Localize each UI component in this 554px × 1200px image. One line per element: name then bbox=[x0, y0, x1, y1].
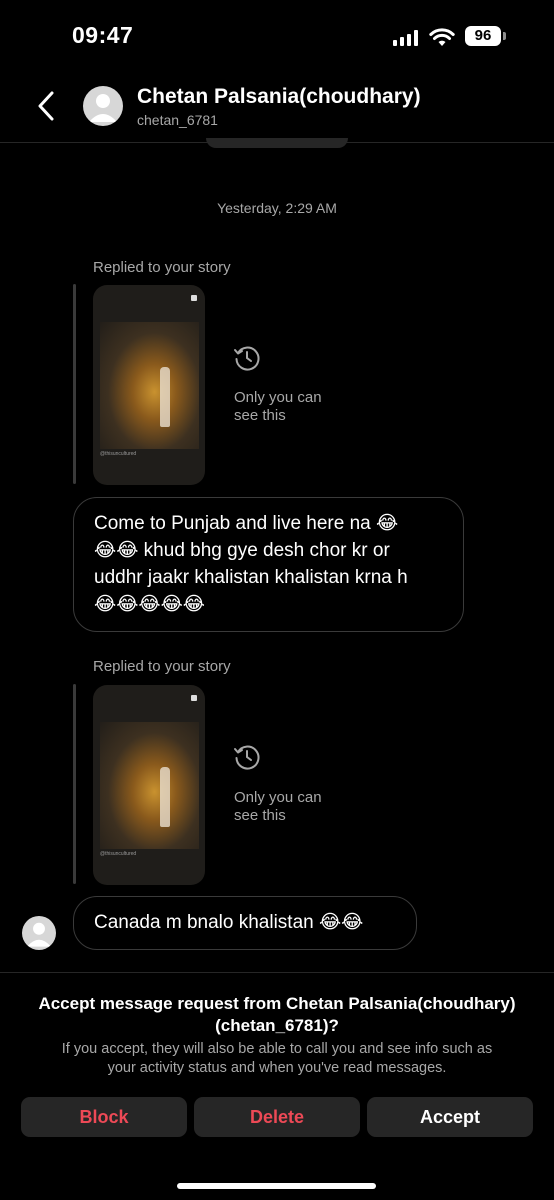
message-line: uddhr jaakr khalistan khalistan krna h bbox=[94, 567, 408, 588]
thread-timestamp: Yesterday, 2:29 AM bbox=[217, 200, 337, 216]
delete-button[interactable]: Delete bbox=[194, 1097, 360, 1137]
history-clock-icon bbox=[234, 745, 260, 770]
message-bubble[interactable]: Come to Punjab and live here na 😂 😂😂 khu… bbox=[73, 497, 464, 632]
reply-quote-bar bbox=[73, 284, 76, 484]
story-image bbox=[100, 322, 199, 449]
accept-button[interactable]: Accept bbox=[367, 1097, 533, 1137]
cellular-signal-icon bbox=[393, 30, 419, 46]
story-thumbnail[interactable]: @thisuncultured bbox=[93, 285, 205, 485]
contact-username[interactable]: chetan_6781 bbox=[137, 112, 218, 128]
message-bubble[interactable]: Canada m bnalo khalistan 😂😂 bbox=[73, 896, 417, 950]
reply-quote-bar bbox=[73, 684, 76, 884]
wifi-icon bbox=[429, 28, 455, 46]
home-indicator[interactable] bbox=[177, 1183, 376, 1189]
battery-nub bbox=[503, 32, 506, 40]
only-you-line2: see this bbox=[234, 807, 286, 824]
only-you-note: Only you can see this bbox=[234, 789, 322, 825]
footer-divider bbox=[0, 972, 554, 973]
default-avatar-icon bbox=[89, 94, 117, 122]
story-reply-label: Replied to your story bbox=[93, 658, 231, 675]
request-description: If you accept, they will also be able to… bbox=[20, 1040, 534, 1078]
story-thumbnail[interactable]: @thisuncultured bbox=[93, 685, 205, 885]
message-line: Canada m bnalo khalistan 😂😂 bbox=[94, 912, 364, 933]
request-body-line2: your activity status and when you've rea… bbox=[107, 1060, 447, 1076]
block-button[interactable]: Block bbox=[21, 1097, 187, 1137]
message-line: 😂😂😂😂😂 bbox=[94, 594, 206, 615]
back-chevron-icon[interactable] bbox=[36, 90, 56, 122]
story-corner-icon bbox=[191, 295, 197, 301]
request-title-line2: (chetan_6781)? bbox=[215, 1016, 339, 1035]
default-avatar-icon bbox=[27, 922, 51, 947]
only-you-line1: Only you can bbox=[234, 389, 322, 406]
only-you-line1: Only you can bbox=[234, 789, 322, 806]
request-body-line1: If you accept, they will also be able to… bbox=[61, 1041, 493, 1057]
story-reply-label: Replied to your story bbox=[93, 259, 231, 276]
header-avatar[interactable] bbox=[83, 86, 123, 126]
story-handle: @thisuncultured bbox=[100, 851, 137, 857]
request-title-line1: Accept message request from Chetan Palsa… bbox=[38, 994, 516, 1013]
story-handle: @thisuncultured bbox=[100, 451, 137, 457]
history-clock-icon bbox=[234, 346, 260, 371]
contact-name[interactable]: Chetan Palsania(choudhary) bbox=[137, 85, 421, 109]
status-time: 09:47 bbox=[72, 22, 134, 48]
request-title: Accept message request from Chetan Palsa… bbox=[0, 993, 554, 1037]
only-you-line2: see this bbox=[234, 407, 286, 424]
message-line: 😂😂 khud bhg gye desh chor kr or bbox=[94, 540, 390, 561]
story-corner-icon bbox=[191, 695, 197, 701]
message-line: Come to Punjab and live here na 😂 bbox=[94, 513, 399, 534]
only-you-note: Only you can see this bbox=[234, 389, 322, 425]
previous-message-peek bbox=[206, 138, 348, 148]
battery-indicator: 96 bbox=[465, 26, 501, 46]
sender-avatar[interactable] bbox=[22, 916, 56, 950]
story-image bbox=[100, 722, 199, 849]
